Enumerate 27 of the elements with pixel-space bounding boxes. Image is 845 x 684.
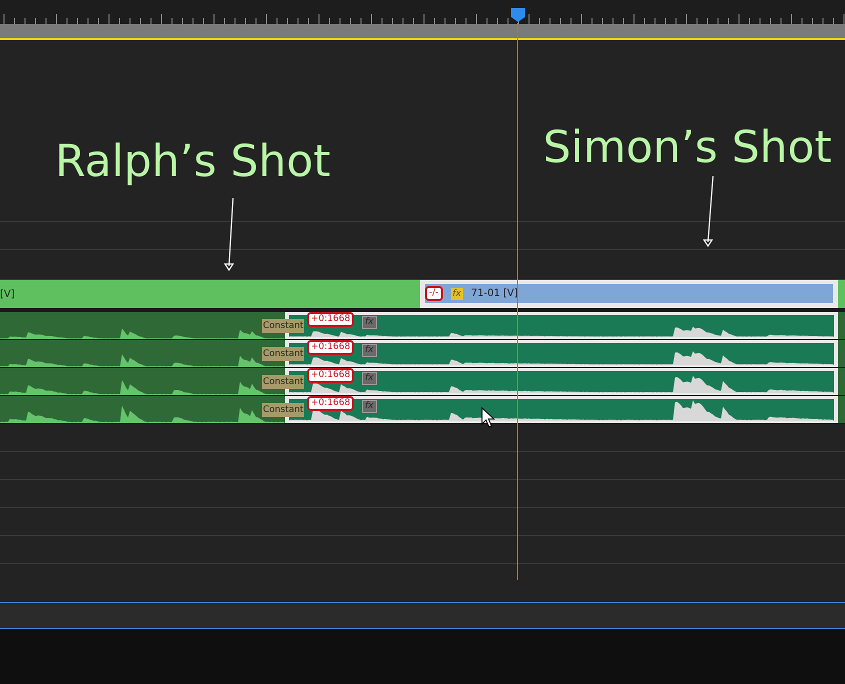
transition-badge: -/- [425,286,443,301]
video-clip[interactable]: -/- fx 71-01 [V] [420,280,838,308]
fx-badge: fx [450,288,464,300]
audio-clip[interactable] [838,368,845,395]
keyframe-label: Constant [262,319,304,333]
audio-clip[interactable] [838,340,845,367]
timeline-scrollbar[interactable] [0,24,845,38]
annotation-text: Simon’s Shot [543,122,832,173]
offset-badge: +0:1668 [307,340,354,355]
annotation-text: Ralph’s Shot [55,136,330,187]
cursor-icon [481,407,495,429]
keyframe-label: Constant [262,375,304,389]
keyframe-label: Constant [262,403,304,417]
keyframe-label: Constant [262,347,304,361]
offset-badge: +0:1668 [307,312,354,327]
fx-badge: fx [362,400,376,413]
clip-label: [V] [0,288,15,300]
video-clip[interactable] [838,280,845,308]
offset-badge: +0:1668 [307,396,354,411]
offset-badge: +0:1668 [307,368,354,383]
clip-label: 71-01 [V] [471,288,518,299]
video-clip[interactable]: [V] [0,280,420,308]
fx-badge: fx [362,316,376,329]
fx-badge: fx [362,372,376,385]
audio-clip[interactable] [838,312,845,339]
fx-badge: fx [362,344,376,357]
audio-clip[interactable] [838,396,845,423]
